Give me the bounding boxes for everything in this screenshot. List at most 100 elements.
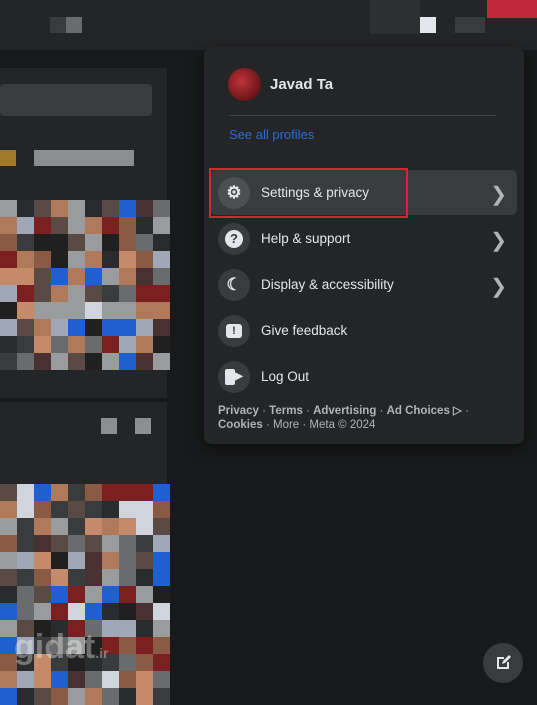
blurred-pixel	[85, 501, 102, 518]
menu-item-help-support[interactable]: ? Help & support ❯	[210, 216, 517, 261]
blurred-pixel	[85, 234, 102, 251]
blurred-pixel	[0, 535, 17, 552]
blurred-pixel	[153, 353, 170, 370]
blurred-pixel	[0, 552, 17, 569]
blurred-pixel	[51, 688, 68, 705]
blurred-pixel	[51, 319, 68, 336]
menu-item-label: Help & support	[261, 231, 351, 246]
blurred-pixel	[136, 552, 153, 569]
blurred-pixel	[17, 484, 34, 501]
blurred-pixel	[68, 484, 85, 501]
blurred-pixel	[119, 688, 136, 705]
blurred-pixel	[102, 552, 119, 569]
feed-card	[0, 68, 170, 398]
blurred-pixel	[0, 302, 17, 319]
ad-choices-link[interactable]: Ad Choices ▷	[387, 405, 462, 417]
blurred-pixel	[51, 569, 68, 586]
blurred-pixel	[0, 251, 17, 268]
blurred-pixel	[102, 501, 119, 518]
blurred-pixel	[119, 671, 136, 688]
blurred-pixel	[119, 518, 136, 535]
see-all-profiles-link[interactable]: See all profiles	[229, 127, 314, 142]
highlight-annotation	[209, 168, 408, 218]
blurred-pixel	[153, 234, 170, 251]
blurred-pixel	[136, 620, 153, 637]
menu-item-display-accessibility[interactable]: ☾ Display & accessibility ❯	[210, 262, 517, 307]
blurred-pixel	[136, 268, 153, 285]
blurred-pixel	[34, 217, 51, 234]
blurred-pixel	[102, 336, 119, 353]
blurred-pixel	[34, 484, 51, 501]
blurred-pixel	[136, 654, 153, 671]
blurred-pixel	[85, 535, 102, 552]
blurred-pixel	[17, 353, 34, 370]
blurred-pixel	[119, 569, 136, 586]
blurred-pixel	[34, 603, 51, 620]
blurred-pixel	[0, 671, 17, 688]
blurred-pixel	[102, 251, 119, 268]
blurred-pixel	[119, 217, 136, 234]
blurred-pixel	[68, 518, 85, 535]
profile-row[interactable]: Javad Ta	[228, 68, 333, 101]
blurred-pixel	[136, 285, 153, 302]
blurred-pixel	[119, 200, 136, 217]
blurred-pixel	[153, 620, 170, 637]
blurred-pixel	[17, 671, 34, 688]
blurred-pixel	[85, 217, 102, 234]
blurred-pixel	[68, 535, 85, 552]
blurred-pixel	[17, 501, 34, 518]
blurred-pixel	[119, 535, 136, 552]
blurred-pixel	[17, 285, 34, 302]
blurred-pixel	[153, 302, 170, 319]
blurred-pixel	[68, 353, 85, 370]
blurred-pixel	[51, 217, 68, 234]
blurred-pixel	[153, 336, 170, 353]
blurred-pixel	[34, 268, 51, 285]
blurred-pixel	[68, 336, 85, 353]
blurred-pixel	[136, 671, 153, 688]
blurred-pixel	[102, 353, 119, 370]
blurred-pixel	[17, 217, 34, 234]
privacy-link[interactable]: Privacy	[218, 405, 259, 417]
blurred-pixel	[136, 501, 153, 518]
menu-item-log-out[interactable]: ▶ Log Out	[210, 354, 517, 399]
advertising-link[interactable]: Advertising	[313, 405, 376, 417]
menu-item-give-feedback[interactable]: ! Give feedback	[210, 308, 517, 353]
divider	[229, 115, 496, 116]
blurred-pixel	[153, 552, 170, 569]
blurred-pixel	[153, 319, 170, 336]
blurred-pixel	[119, 552, 136, 569]
blurred-pixel	[34, 586, 51, 603]
blurred-pixel	[68, 603, 85, 620]
blurred-pixel	[119, 603, 136, 620]
blurred-pixel	[0, 603, 17, 620]
blurred-pixel	[68, 501, 85, 518]
blurred-pixel	[153, 518, 170, 535]
cookies-link[interactable]: Cookies	[218, 419, 263, 431]
blurred-pixel	[85, 552, 102, 569]
blurred-pixel	[51, 234, 68, 251]
edit-icon	[497, 655, 511, 669]
blurred-pixel	[153, 637, 170, 654]
blurred-pixel	[68, 302, 85, 319]
blurred-pixel	[153, 671, 170, 688]
blurred-pixel	[34, 200, 51, 217]
blurred-pixel	[17, 251, 34, 268]
blurred-pixel	[153, 251, 170, 268]
top-bar	[0, 0, 537, 50]
blurred-pixel	[102, 569, 119, 586]
blurred-pixel	[153, 484, 170, 501]
terms-link[interactable]: Terms	[269, 405, 303, 417]
blurred-pixel	[102, 586, 119, 603]
blurred-pixel	[17, 569, 34, 586]
blurred-pixel	[51, 336, 68, 353]
blurred-pixel	[17, 603, 34, 620]
more-link[interactable]: More	[273, 419, 299, 431]
compose-button[interactable]	[483, 643, 523, 683]
blurred-pixel	[0, 353, 17, 370]
blurred-pixel	[136, 535, 153, 552]
blurred-pixel	[119, 484, 136, 501]
blurred-pixel	[34, 234, 51, 251]
blurred-pixel	[68, 285, 85, 302]
blurred-pixel	[136, 484, 153, 501]
